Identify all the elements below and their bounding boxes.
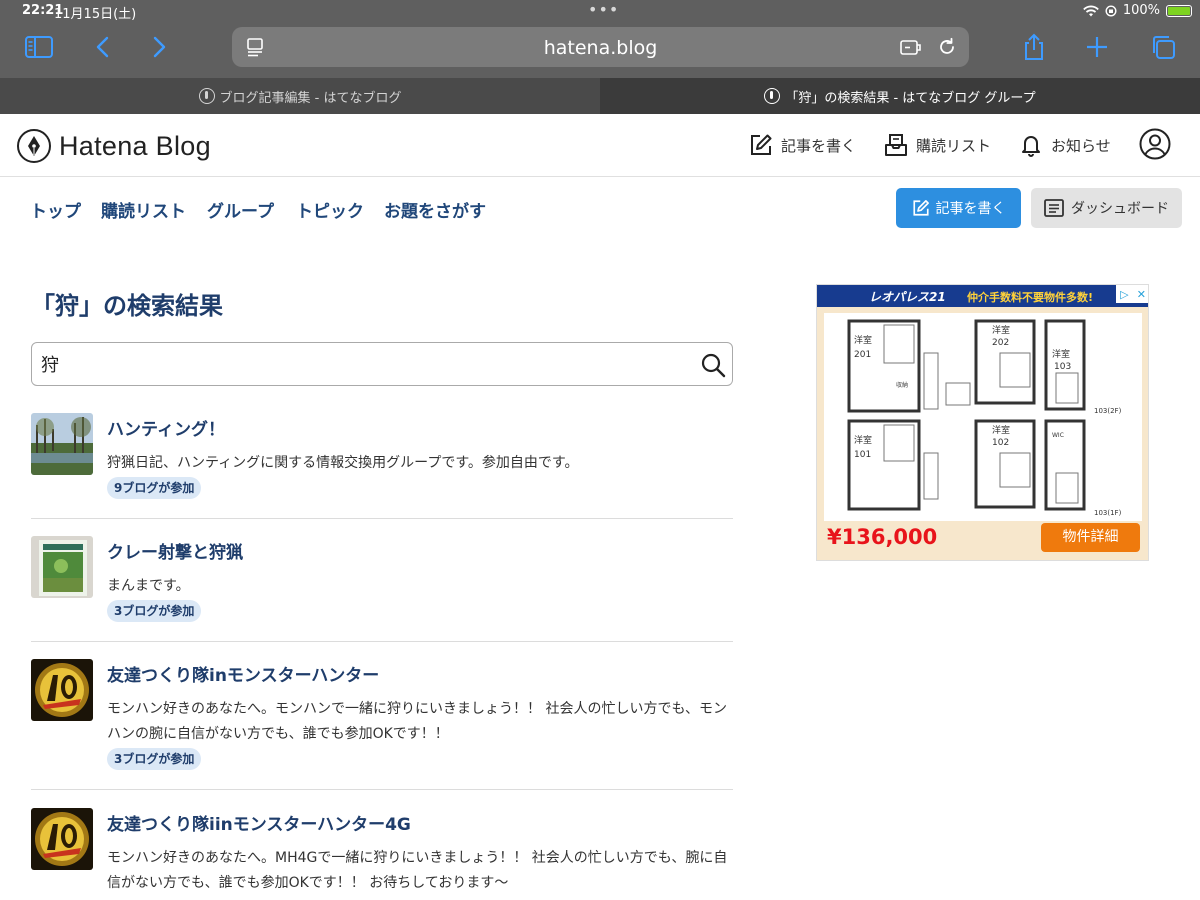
room-label: 102 [992, 438, 1009, 448]
reload-icon[interactable] [934, 35, 960, 59]
fountain-pen-icon [17, 129, 51, 163]
forward-chevron-icon[interactable] [143, 30, 177, 64]
member-count-badge[interactable]: 3ブログが参加 [107, 600, 202, 622]
group-thumbnail[interactable] [31, 808, 93, 870]
room-label: 収納 [896, 381, 908, 389]
room-label: 洋室 [854, 434, 872, 446]
hatena-blog-logo[interactable]: Hatena Blog [17, 129, 211, 163]
logo-text: Hatena Blog [59, 130, 211, 161]
status-date: 11月15日(土) [54, 7, 137, 22]
battery-icon [1166, 4, 1192, 17]
dashboard-button[interactable]: ダッシュボード [1031, 188, 1182, 228]
result-title[interactable]: 友達つくり隊inモンスターハンター [107, 661, 379, 686]
hatena-favicon-icon [764, 88, 781, 104]
status-indicators: 100% [1083, 3, 1192, 18]
tab-overview-icon[interactable] [1146, 30, 1180, 64]
bell-icon [1022, 136, 1040, 157]
extension-icon[interactable] [898, 35, 924, 59]
header-write-article-link[interactable]: 記事を書く [749, 132, 856, 158]
status-bar: 22:21 11月15日(土) ••• 100% [0, 0, 1200, 24]
nav-link-groups[interactable]: グループ [207, 197, 274, 222]
tab-title: ブログ記事編集 - はてなブログ [219, 90, 402, 106]
header-write-label: 記事を書く [781, 136, 857, 155]
room-label: 101 [854, 450, 871, 460]
floor-plan-image[interactable]: 洋室 201 洋室 202 洋室 103 洋室 101 洋室 102 103(2… [824, 313, 1142, 521]
ad-tagline: 仲介手数料不要物件多数! [967, 291, 1094, 304]
ad-choices-icon[interactable]: ▷ ✕ [1116, 285, 1148, 303]
reading-list-tray-icon [885, 134, 907, 156]
result-title[interactable]: ハンティング！ [107, 415, 225, 440]
search-icon[interactable] [700, 352, 726, 378]
pencil-square-icon [912, 200, 929, 216]
result-description: 狩猟日記、ハンティングに関する情報交換用グループです。参加自由です。 [107, 455, 579, 471]
room-label: 103 [1054, 362, 1071, 372]
floor-label: 103(1F) [1094, 509, 1122, 517]
tab-search-results[interactable]: 「狩」の検索結果 - はてなブログ グループ [600, 78, 1200, 114]
dashboard-list-icon [1044, 199, 1064, 217]
multitasking-dots-icon[interactable]: ••• [588, 0, 619, 19]
divider [31, 641, 733, 642]
room-label: 202 [992, 338, 1009, 348]
header-notifications-label: お知らせ [1051, 136, 1111, 155]
new-tab-plus-icon[interactable] [1080, 30, 1114, 64]
group-thumbnail[interactable] [31, 659, 93, 721]
header-reading-list-label: 購読リスト [916, 136, 992, 155]
search-box [31, 342, 733, 386]
advertisement-banner[interactable]: レオパレス21 仲介手数料不要物件多数! ▷ ✕ 洋室 201 洋室 202 洋… [816, 284, 1149, 561]
browser-tab-bar: ブログ記事編集 - はてなブログ ✕ 「狩」の検索結果 - はてなブログ グルー… [0, 78, 1200, 114]
site-header: Hatena Blog 記事を書く 購読リスト お知らせ [0, 114, 1200, 177]
result-title[interactable]: クレー射撃と狩猟 [107, 538, 243, 563]
group-thumbnail[interactable] [31, 536, 93, 598]
group-thumbnail[interactable] [31, 413, 93, 475]
member-count-badge[interactable]: 3ブログが参加 [107, 748, 202, 770]
nav-link-topics[interactable]: トピック [296, 197, 364, 222]
room-label: 洋室 [992, 324, 1010, 336]
browser-toolbar: hatena.blog [0, 24, 1200, 70]
divider [31, 518, 733, 519]
room-label: 洋室 [1052, 348, 1070, 360]
nav-link-reading-list[interactable]: 購読リスト [101, 197, 186, 222]
nav-link-top[interactable]: トップ [30, 197, 81, 222]
browser-chrome: 22:21 11月15日(土) ••• 100% hatena.blog ブログ… [0, 0, 1200, 114]
header-notifications-link[interactable]: お知らせ [1019, 132, 1111, 158]
ad-brand: レオパレス21 [869, 290, 946, 304]
member-count-badge[interactable]: 9ブログが参加 [107, 477, 202, 499]
orientation-lock-icon [1105, 4, 1117, 17]
room-label: 201 [854, 350, 871, 360]
ad-price: ¥136,000 [827, 525, 938, 549]
sidebar-toggle-icon[interactable] [22, 30, 56, 64]
result-title[interactable]: 友達つくり隊iinモンスターハンター4G [107, 810, 411, 835]
tab-title: 「狩」の検索結果 - はてなブログ グループ [785, 90, 1036, 106]
battery-percent: 100% [1122, 3, 1160, 18]
write-article-label: 記事を書く [935, 201, 1006, 217]
nav-link-find-themes[interactable]: お題をさがす [384, 197, 486, 222]
address-text: hatena.blog [543, 37, 658, 59]
hatena-favicon-icon [198, 88, 215, 104]
floor-label: 103(2F) [1094, 407, 1122, 415]
room-label: 洋室 [992, 424, 1010, 436]
ad-header: レオパレス21 仲介手数料不要物件多数! ▷ ✕ [817, 285, 1148, 307]
result-description: まんまです。 [107, 578, 190, 594]
room-label: WIC [1052, 432, 1064, 439]
sub-navigation: トップ 購読リスト グループ トピック お題をさがす 記事を書く ダッシュボード [0, 177, 1200, 239]
result-description: モンハン好きのあなたへ。MH4Gで一緒に狩りにいきましょう！！ 社会人の忙しい方… [107, 850, 728, 891]
result-description: モンハン好きのあなたへ。モンハンで一緒に狩りにいきましょう！！ 社会人の忙しい方… [107, 701, 728, 742]
divider [31, 789, 733, 790]
wifi-icon [1083, 5, 1099, 16]
tab-blog-edit[interactable]: ブログ記事編集 - はてなブログ [0, 78, 600, 114]
write-article-button[interactable]: 記事を書く [896, 188, 1021, 228]
ad-details-button[interactable]: 物件詳細 [1041, 523, 1140, 552]
header-reading-list-link[interactable]: 購読リスト [884, 132, 991, 158]
address-bar[interactable]: hatena.blog [232, 27, 969, 67]
back-chevron-icon[interactable] [85, 30, 119, 64]
share-icon[interactable] [1017, 30, 1051, 64]
page-title: 「狩」の検索結果 [31, 292, 223, 320]
user-avatar-icon[interactable] [1139, 128, 1171, 160]
pencil-square-icon [751, 134, 772, 155]
search-input[interactable] [41, 343, 681, 385]
room-label: 洋室 [854, 334, 872, 346]
dashboard-label: ダッシュボード [1071, 201, 1169, 217]
